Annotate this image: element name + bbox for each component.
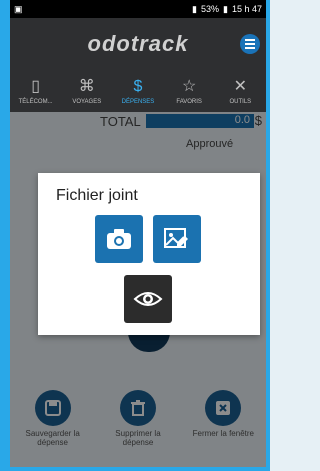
app-logo: odotrack	[87, 31, 189, 56]
camera-icon	[107, 229, 131, 249]
tab-label: FAVORIS	[176, 98, 202, 105]
tab-voyages[interactable]: ⌘ VOYAGES	[64, 78, 110, 105]
tab-label: VOYAGES	[72, 98, 102, 105]
receipt-icon: $	[133, 77, 143, 95]
map-icon: ⌘	[78, 77, 95, 95]
dialog-title: Fichier joint	[56, 187, 138, 204]
phone-icon: ▯	[31, 77, 40, 95]
star-icon: ☆	[181, 77, 197, 95]
app-header: odotrack	[10, 18, 266, 70]
tools-icon: ✕	[233, 77, 248, 95]
menu-button[interactable]	[240, 34, 260, 54]
camera-button[interactable]	[95, 215, 143, 263]
battery-icon: ▮	[223, 3, 228, 14]
eye-icon	[133, 292, 163, 306]
tab-depenses[interactable]: $ DÉPENSES	[115, 78, 161, 105]
gallery-attach-button[interactable]	[153, 215, 201, 263]
tab-bar: ▯ TÉLÉCOM... ⌘ VOYAGES $ DÉPENSES ☆ FAVO…	[10, 70, 266, 112]
image-attach-icon	[164, 228, 188, 248]
clock: 15 h 47	[231, 4, 262, 14]
battery-level: 53%	[201, 4, 220, 14]
tab-label: DÉPENSES	[121, 98, 155, 105]
tab-outils[interactable]: ✕ OUTILS	[217, 78, 263, 105]
view-attachment-button[interactable]	[124, 275, 172, 323]
tab-label: OUTILS	[229, 98, 252, 105]
status-bar: ▣ ▮ 53% ▮ 15 h 47	[10, 0, 266, 18]
image-notification-icon: ▣	[14, 3, 23, 14]
hamburger-icon	[245, 43, 255, 45]
attachment-dialog: Fichier joint	[38, 173, 260, 335]
tab-label: TÉLÉCOM...	[18, 98, 53, 105]
tab-favoris[interactable]: ☆ FAVORIS	[166, 78, 212, 105]
signal-icon: ▮	[192, 3, 197, 14]
tab-telecom[interactable]: ▯ TÉLÉCOM...	[13, 78, 59, 105]
